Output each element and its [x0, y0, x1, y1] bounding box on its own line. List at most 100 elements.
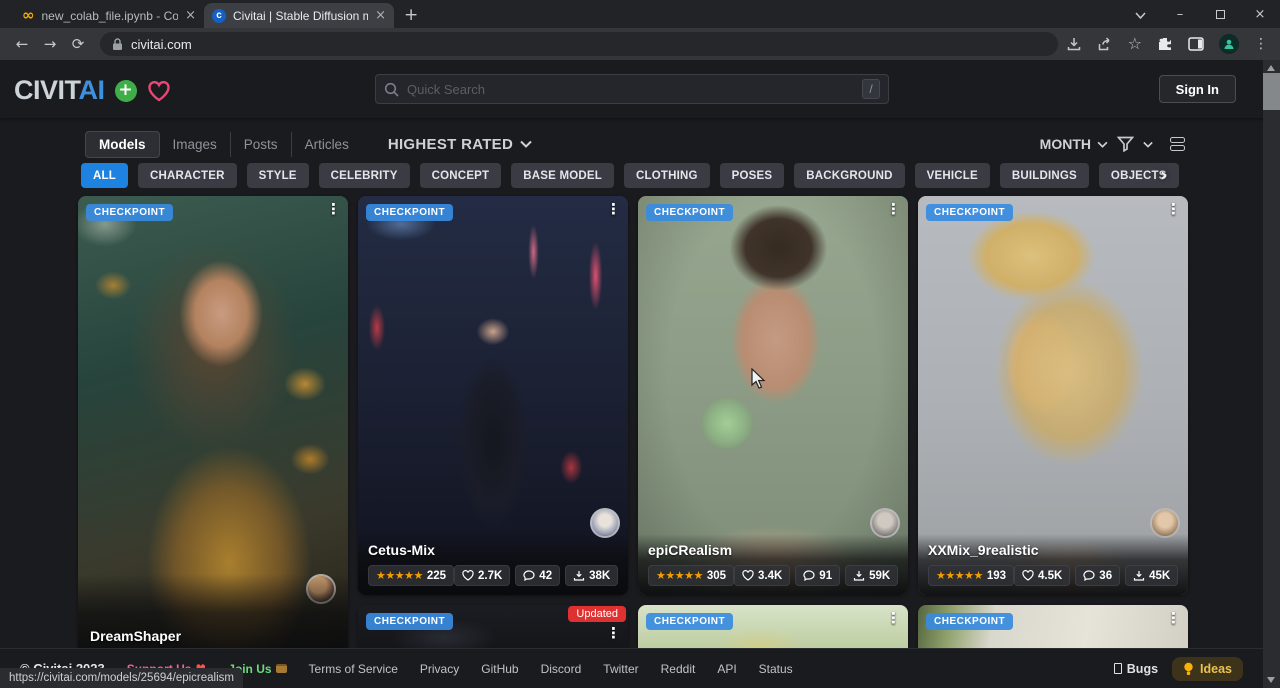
civitai-page: CIVITAI + / Sign In Models Images Posts … — [0, 60, 1280, 688]
model-type-badge: CHECKPOINT — [926, 613, 1013, 630]
page-scrollbar[interactable] — [1263, 60, 1280, 688]
window-controls: – × — [1120, 0, 1280, 28]
url-text: civitai.com — [131, 37, 192, 52]
card-menu-icon[interactable]: ⋮ — [1166, 610, 1181, 627]
model-type-badge: CHECKPOINT — [646, 613, 733, 630]
card-menu-icon[interactable]: ⋮ — [606, 201, 621, 218]
category-pill[interactable]: STYLE — [247, 163, 309, 188]
card-layout-toggle-icon[interactable] — [1170, 137, 1185, 151]
star-rating-icons: ★★★★★ — [936, 569, 983, 582]
likes-pill: 4.5K — [1014, 565, 1070, 586]
footer-link-privacy[interactable]: Privacy — [420, 662, 459, 676]
chevron-down-icon — [1097, 141, 1108, 148]
category-pill[interactable]: BUILDINGS — [1000, 163, 1089, 188]
tab-posts[interactable]: Posts — [230, 132, 291, 157]
browser-menu-icon[interactable]: ⋮ — [1254, 36, 1268, 52]
bugs-button[interactable]: Bugs — [1114, 662, 1158, 676]
tab-close-icon[interactable]: × — [375, 8, 386, 23]
scrollbar-down-arrow-icon[interactable] — [1267, 677, 1275, 683]
browser-profile-avatar[interactable] — [1219, 34, 1239, 54]
reload-button[interactable]: ⟳ — [64, 35, 92, 53]
browser-tab-strip: ∞ new_colab_file.ipynb - Colaborat × c C… — [0, 0, 1280, 28]
updated-badge: Updated — [568, 606, 626, 622]
tab-models[interactable]: Models — [85, 131, 160, 158]
rating-pill: ★★★★★ 225 — [368, 565, 454, 586]
category-pill-all[interactable]: ALL — [81, 163, 128, 188]
extensions-puzzle-icon[interactable] — [1157, 36, 1173, 52]
footer-link-terms[interactable]: Terms of Service — [309, 662, 398, 676]
category-pill[interactable]: BASE MODEL — [511, 163, 614, 188]
downloads-icon[interactable] — [1066, 36, 1082, 52]
search-input[interactable] — [407, 82, 854, 97]
sort-dropdown[interactable]: HIGHEST RATED — [388, 136, 532, 153]
downloads-pill: 45K — [1125, 565, 1178, 586]
download-icon — [1133, 570, 1145, 581]
tab-close-icon[interactable]: × — [185, 8, 196, 23]
civitai-favicon-icon: c — [212, 9, 226, 23]
ideas-button[interactable]: Ideas — [1172, 657, 1243, 681]
category-filter-row: ALL CHARACTER STYLE CELEBRITY CONCEPT BA… — [81, 163, 1185, 189]
upload-plus-button[interactable]: + — [115, 80, 137, 102]
footer-link-twitter[interactable]: Twitter — [603, 662, 638, 676]
bookmark-star-icon[interactable]: ☆ — [1128, 36, 1142, 52]
categories-scroll-right-icon[interactable]: › — [1160, 164, 1168, 186]
search-bar[interactable]: / — [375, 74, 889, 104]
model-card-cetus-mix[interactable]: CHECKPOINT ⋮ Cetus-Mix ★★★★★ 225 2.7K 42… — [358, 196, 628, 595]
model-type-badge: CHECKPOINT — [926, 204, 1013, 221]
model-name: XXMix_9realistic — [928, 542, 1178, 558]
share-icon[interactable] — [1097, 36, 1113, 52]
star-rating-icons: ★★★★★ — [376, 569, 423, 582]
footer-link-status[interactable]: Status — [759, 662, 793, 676]
notifications-heart-icon[interactable] — [147, 80, 171, 102]
scrollbar-up-arrow-icon[interactable] — [1267, 65, 1275, 71]
download-icon — [573, 570, 585, 581]
address-bar[interactable]: civitai.com — [100, 32, 1058, 56]
scrollbar-thumb[interactable] — [1263, 73, 1280, 110]
minimize-button[interactable]: – — [1160, 7, 1200, 22]
card-menu-icon[interactable]: ⋮ — [606, 625, 621, 642]
category-pill[interactable]: POSES — [720, 163, 785, 188]
sign-in-button[interactable]: Sign In — [1159, 75, 1236, 103]
close-window-button[interactable]: × — [1240, 7, 1280, 22]
category-pill[interactable]: CLOTHING — [624, 163, 710, 188]
category-pill[interactable]: CHARACTER — [138, 163, 237, 188]
footer-link-github[interactable]: GitHub — [481, 662, 518, 676]
tab-colab[interactable]: ∞ new_colab_file.ipynb - Colaborat × — [14, 3, 204, 28]
tab-articles[interactable]: Articles — [291, 132, 362, 157]
category-pill[interactable]: CONCEPT — [420, 163, 502, 188]
chevron-down-icon[interactable] — [1143, 141, 1153, 148]
model-card-xxmix[interactable]: CHECKPOINT ⋮ XXMix_9realistic ★★★★★ 193 … — [918, 196, 1188, 595]
rating-count: 193 — [987, 570, 1006, 582]
category-pill[interactable]: CELEBRITY — [319, 163, 410, 188]
model-type-badge: CHECKPOINT — [646, 204, 733, 221]
footer-link-api[interactable]: API — [717, 662, 736, 676]
model-card-dreamshaper[interactable]: CHECKPOINT ⋮ DreamShaper — [78, 196, 348, 666]
category-pill[interactable]: VEHICLE — [915, 163, 990, 188]
period-dropdown[interactable]: MONTH — [1040, 136, 1108, 152]
footer-link-discord[interactable]: Discord — [541, 662, 582, 676]
tab-search-icon[interactable] — [1120, 7, 1160, 22]
maximize-button[interactable] — [1200, 7, 1240, 22]
search-shortcut-key: / — [862, 79, 880, 99]
card-menu-icon[interactable]: ⋮ — [1166, 201, 1181, 218]
card-menu-icon[interactable]: ⋮ — [886, 610, 901, 627]
new-tab-button[interactable]: + — [404, 5, 418, 25]
category-pill[interactable]: BACKGROUND — [794, 163, 904, 188]
heart-icon — [742, 570, 754, 581]
side-panel-icon[interactable] — [1188, 37, 1204, 51]
model-card-epicrealism[interactable]: CHECKPOINT ⋮ epiCRealism ★★★★★ 305 3.4K … — [638, 196, 908, 595]
footer-link-reddit[interactable]: Reddit — [661, 662, 696, 676]
card-menu-icon[interactable]: ⋮ — [326, 201, 341, 218]
back-button[interactable]: ← — [8, 35, 36, 53]
model-type-badge: CHECKPOINT — [366, 204, 453, 221]
tab-images[interactable]: Images — [160, 132, 230, 157]
forward-button[interactable]: → — [36, 35, 64, 53]
civitai-logo[interactable]: CIVITAI + — [14, 75, 171, 106]
model-card-grid: CHECKPOINT ⋮ DreamShaper CHECKPOINT ⋮ Ce… — [78, 196, 1188, 666]
model-name: epiCRealism — [648, 542, 898, 558]
tab-civitai[interactable]: c Civitai | Stable Diffusion models, × — [204, 3, 394, 28]
card-menu-icon[interactable]: ⋮ — [886, 201, 901, 218]
comment-icon — [803, 570, 815, 581]
filter-funnel-icon[interactable] — [1117, 136, 1134, 152]
comment-icon — [1083, 570, 1095, 581]
